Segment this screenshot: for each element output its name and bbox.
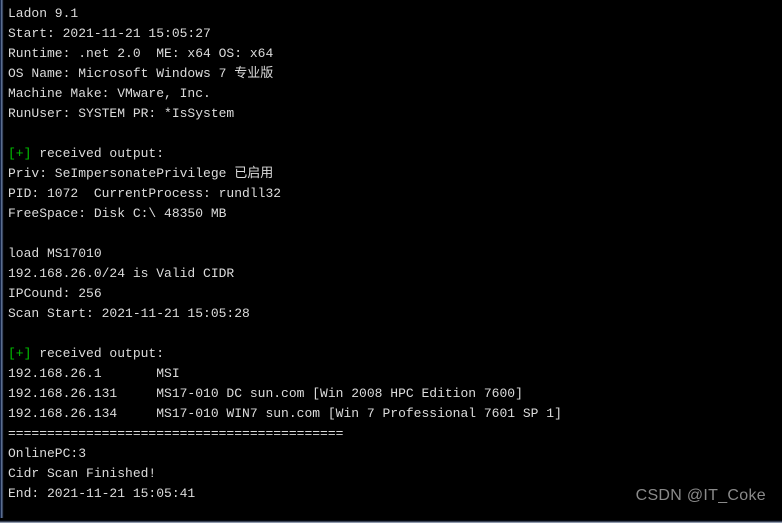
terminal-output: Ladon 9.1 Start: 2021-11-21 15:05:27 Runti… (8, 4, 782, 504)
window-bottom-rail (0, 518, 782, 523)
terminal-line-text: Runtime: .net 2.0 ME: x64 OS: x64 (8, 46, 274, 61)
terminal-line-run-user: RunUser: SYSTEM PR: *IsSystem (8, 104, 782, 124)
terminal-line-priv: Priv: SeImpersonatePrivilege 已启用 (8, 164, 782, 184)
terminal-line-load-module: load MS17010 (8, 244, 782, 264)
window-left-rail (0, 0, 4, 518)
terminal-line-text: Cidr Scan Finished! (8, 466, 157, 481)
terminal-line-blank-3 (8, 324, 782, 344)
terminal-line-result-2: 192.168.26.131 MS17-010 DC sun.com [Win … (8, 384, 782, 404)
terminal-line-text: Ladon 9.1 (8, 6, 79, 21)
terminal-line-scan-start: Scan Start: 2021-11-21 15:05:28 (8, 304, 782, 324)
status-marker: [+] (8, 146, 32, 161)
status-marker: [+] (8, 346, 32, 361)
terminal-line-text: ========================================… (8, 426, 344, 441)
terminal-line-text: IPCound: 256 (8, 286, 102, 301)
terminal-line-text: 192.168.26.134 MS17-010 WIN7 sun.com [Wi… (8, 406, 562, 421)
terminal-line-text: Machine Make: VMware, Inc. (8, 86, 211, 101)
terminal-line-text: End: 2021-11-21 15:05:41 (8, 486, 196, 501)
terminal-line-text: 192.168.26.131 MS17-010 DC sun.com [Win … (8, 386, 523, 401)
terminal-line-text: PID: 1072 CurrentProcess: rundll32 (8, 186, 282, 201)
terminal-line-text: Scan Start: 2021-11-21 15:05:28 (8, 306, 250, 321)
csdn-watermark: CSDN @IT_Coke (635, 487, 766, 504)
terminal-line-pid: PID: 1072 CurrentProcess: rundll32 (8, 184, 782, 204)
terminal-line-result-3: 192.168.26.134 MS17-010 WIN7 sun.com [Wi… (8, 404, 782, 424)
terminal-line-text: Start: 2021-11-21 15:05:27 (8, 26, 211, 41)
terminal-line-text: received output: (31, 146, 165, 161)
terminal-line-text: OS Name: Microsoft Windows 7 专业版 (8, 66, 274, 81)
terminal-line-text: RunUser: SYSTEM PR: *IsSystem (8, 106, 235, 121)
terminal-line-banner: Ladon 9.1 (8, 4, 782, 24)
terminal-line-cidr-valid: 192.168.26.0/24 is Valid CIDR (8, 264, 782, 284)
terminal-line-machine-make: Machine Make: VMware, Inc. (8, 84, 782, 104)
terminal-line-text: Priv: SeImpersonatePrivilege 已启用 (8, 166, 274, 181)
terminal-line-blank-2 (8, 224, 782, 244)
terminal-line-text: OnlinePC:3 (8, 446, 87, 461)
terminal-line-received-2: [+] received output: (8, 344, 782, 364)
terminal-line-freespace: FreeSpace: Disk C:\ 48350 MB (8, 204, 782, 224)
terminal-line-start-time: Start: 2021-11-21 15:05:27 (8, 24, 782, 44)
terminal-line-text: 192.168.26.0/24 is Valid CIDR (8, 266, 235, 281)
terminal-line-text: load MS17010 (8, 246, 102, 261)
terminal-line-scan-finished: Cidr Scan Finished! (8, 464, 782, 484)
terminal-line-runtime: Runtime: .net 2.0 ME: x64 OS: x64 (8, 44, 782, 64)
terminal-line-os-name: OS Name: Microsoft Windows 7 专业版 (8, 64, 782, 84)
terminal-line-received-1: [+] received output: (8, 144, 782, 164)
terminal-line-online-pc: OnlinePC:3 (8, 444, 782, 464)
terminal-line-separator: ========================================… (8, 424, 782, 444)
terminal-line-blank-1 (8, 124, 782, 144)
terminal-line-text: 192.168.26.1 MSI (8, 366, 180, 381)
terminal-line-result-1: 192.168.26.1 MSI (8, 364, 782, 384)
terminal-line-text: received output: (31, 346, 165, 361)
terminal-line-ip-count: IPCound: 256 (8, 284, 782, 304)
terminal-line-text: FreeSpace: Disk C:\ 48350 MB (8, 206, 227, 221)
console-window: Ladon 9.1 Start: 2021-11-21 15:05:27 Runti… (0, 0, 782, 523)
